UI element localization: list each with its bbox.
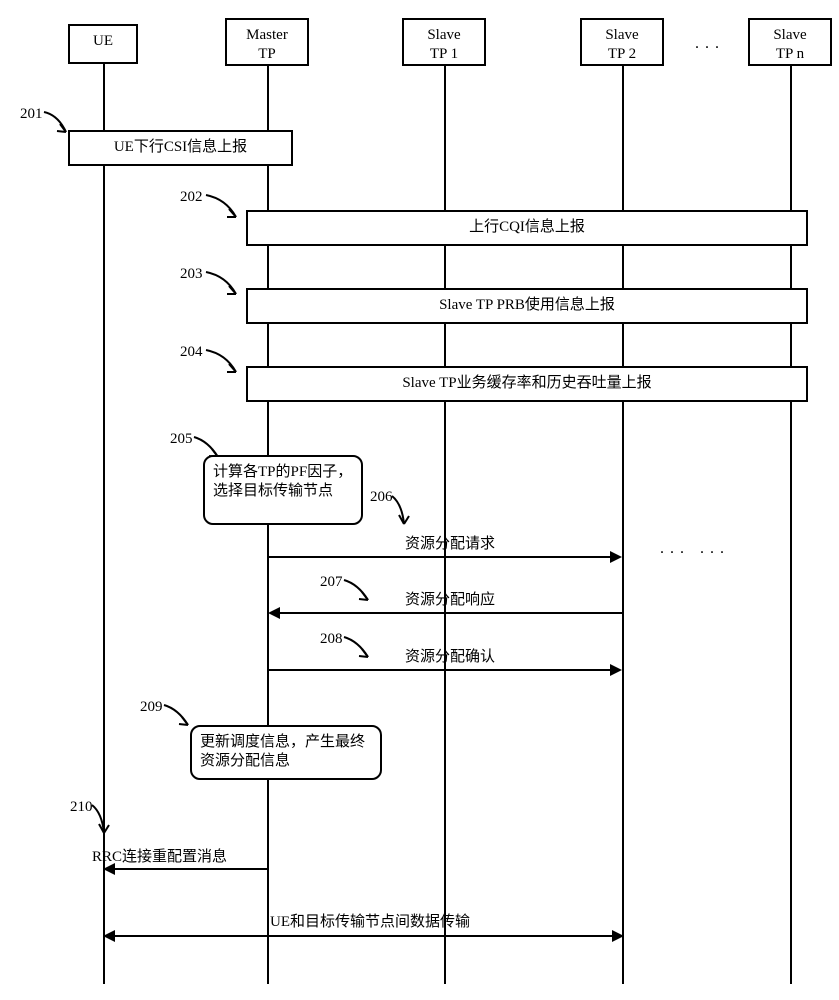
actor-ellipsis: ... [695, 35, 725, 53]
step-arrow-204 [200, 348, 250, 382]
lifeline-slave1 [444, 66, 446, 984]
arrow-210 [105, 868, 267, 870]
note-209: 更新调度信息，产生最终资源分配信息 [190, 725, 382, 780]
step-arrow-203 [200, 270, 250, 304]
text-210: RRC连接重配置消息 [92, 845, 272, 866]
sequence-diagram: UE Master TP Slave TP 1 Slave TP 2 Slave… [0, 0, 839, 1000]
arrow-211 [105, 935, 622, 937]
text-206: 资源分配请求 [370, 532, 530, 553]
actor-slave2: Slave TP 2 [580, 18, 664, 66]
actor-slave1: Slave TP 1 [402, 18, 486, 66]
actor-master: Master TP [225, 18, 309, 66]
box-203: Slave TP PRB使用信息上报 [246, 288, 808, 324]
arrow-208 [268, 669, 620, 671]
step-arrow-206 [388, 494, 428, 534]
box-202: 上行CQI信息上报 [246, 210, 808, 246]
text-208: 资源分配确认 [370, 645, 530, 666]
lifeline-slaven [790, 66, 792, 984]
box-201: UE下行CSI信息上报 [68, 130, 293, 166]
lifeline-slave2 [622, 66, 624, 984]
box-204: Slave TP业务缓存率和历史吞吐量上报 [246, 366, 808, 402]
note-205: 计算各TP的PF因子，选择目标传输节点 [203, 455, 363, 525]
step-arrow-202 [200, 193, 250, 227]
arrow-207 [270, 612, 622, 614]
msg-ellipsis-206: ... ... [660, 540, 730, 558]
step-arrow-210 [88, 803, 128, 843]
text-207: 资源分配响应 [370, 588, 530, 609]
actor-ue: UE [68, 24, 138, 64]
actor-slaven: Slave TP n [748, 18, 832, 66]
arrow-206 [268, 556, 620, 558]
text-211: UE和目标传输节点间数据传输 [200, 910, 540, 931]
